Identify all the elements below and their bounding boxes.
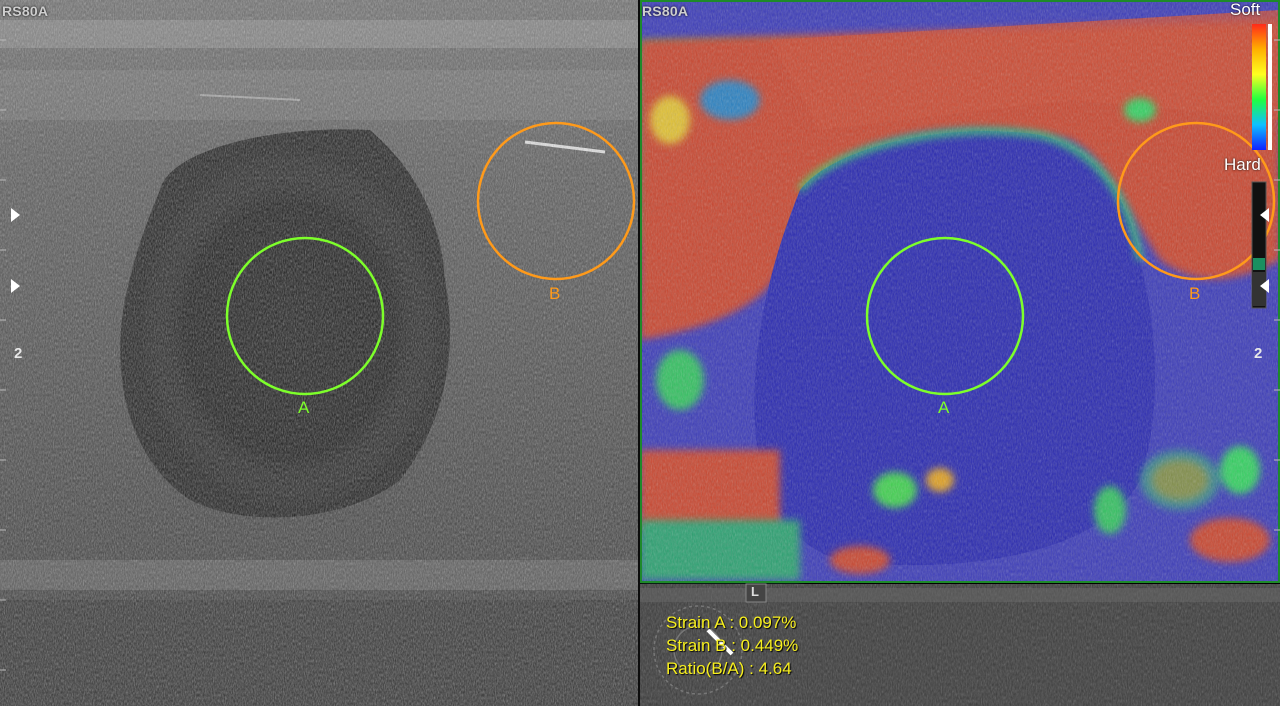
focus-marker-icon[interactable] [11,208,20,222]
roi-a-label: A [298,398,310,417]
measurement-panel: Strain A : 0.097% Strain B : 0.449% Rati… [666,611,798,680]
depth-label: 2 [14,345,23,362]
colorbar-hard-label: Hard [1224,155,1261,174]
elasticity-colorbar [1252,24,1266,150]
elastography-image-panel: RS80A A B Soft Hard 2 L Strain A : 0.097… [640,0,1280,706]
strain-ratio-measurement: Ratio(B/A) : 4.64 [666,659,792,678]
bmode-image-panel: RS80A A B 2 [0,0,638,706]
elastography-image [640,0,1280,706]
quality-marker-icon[interactable] [1260,208,1269,222]
depth-label: 2 [1254,345,1263,362]
roi-a-label: A [938,398,950,417]
focus-marker-icon[interactable] [11,279,20,293]
roi-b-label: B [1189,284,1201,303]
probe-label: RS80A [2,3,49,19]
orientation-label: L [751,584,759,599]
bmode-ultrasound-image [0,0,638,706]
strain-a-measurement: Strain A : 0.097% [666,613,797,632]
strain-b-measurement: Strain B : 0.449% [666,636,799,655]
quality-marker-icon[interactable] [1260,279,1269,293]
colorbar-soft-label: Soft [1230,0,1261,19]
probe-label: RS80A [642,3,689,19]
roi-b-label: B [549,284,561,303]
